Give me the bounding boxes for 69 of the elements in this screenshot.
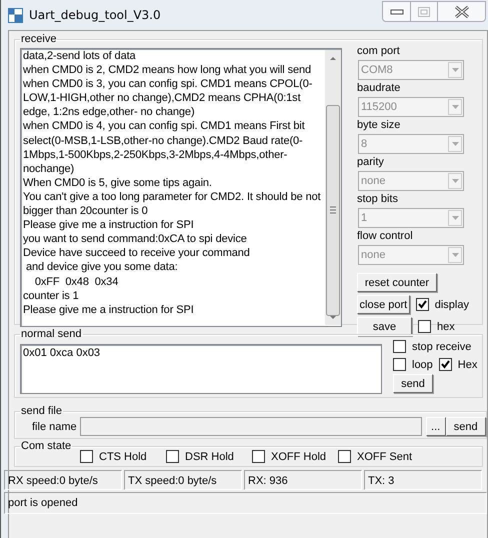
checkbox[interactable] (418, 320, 431, 333)
reset-counter-button[interactable]: reset counter (357, 273, 437, 292)
close-icon (454, 6, 470, 18)
checkbox[interactable] (252, 450, 265, 463)
close-button[interactable] (438, 1, 486, 22)
receive-text-area[interactable] (20, 48, 342, 327)
text-line: Please give me a instruction for SPI (23, 218, 195, 232)
checkbox[interactable] (338, 450, 351, 463)
send-text-field[interactable]: 0x01 0xca 0x03 (20, 344, 382, 394)
send-file-button[interactable]: send (446, 417, 486, 436)
checkbox[interactable] (393, 358, 406, 371)
window-icon (8, 8, 23, 22)
status-message: port is opened (4, 492, 487, 514)
group-label: send file (20, 405, 63, 417)
maximize-icon (418, 6, 430, 16)
minimize-icon (390, 8, 404, 14)
setting-label: parity (357, 155, 385, 170)
text-line: data,2-send lots of data (23, 49, 137, 64)
setting-label: com port (357, 44, 401, 59)
text-line: bigger than 20counter is 0 (23, 204, 149, 218)
status-panel: TX speed:0 byte/s (124, 470, 242, 490)
checkbox-label: CTS Hold (99, 450, 147, 462)
checkbox-label: stop receive (412, 340, 472, 352)
setting-label: flow control (357, 229, 414, 244)
browse-button[interactable]: ... (426, 417, 446, 436)
checkbox-label: DSR Hold (185, 450, 234, 462)
text-line: when CMD0 is 3, you can config spi. CMD1 means CPOL(0- (23, 77, 314, 92)
file-name-field[interactable] (80, 417, 422, 436)
window-title: Uart_debug_tool_V3.0 (29, 8, 161, 22)
text-line: select(0-MSB,1-LSB,other-no change).CMD2 Baud rate(0- (23, 134, 304, 148)
text-line: counter is 1 (23, 288, 80, 303)
status-panel: RX: 936 (244, 470, 362, 490)
status-panel: TX: 3 (364, 470, 482, 490)
text-line: You can't give a too long parameter for CMD2. It should be not (23, 190, 322, 204)
text-line: LOW,1-HIGH,other no change),CMD2 means CPHA(0:1st (23, 91, 302, 106)
checkbox-label: Hex (458, 358, 478, 370)
text-line: and device give you some data: (24, 260, 179, 274)
text-line: edge, 1:2ns edge,other- no change) (23, 105, 196, 120)
checkbox[interactable] (416, 298, 429, 311)
checkbox[interactable] (166, 450, 179, 463)
text-line: When CMD0 is 5, give some tips again. (23, 176, 213, 190)
setting-label: byte size (357, 118, 402, 133)
group-label: receive (20, 33, 58, 45)
field-label: file name (32, 420, 77, 432)
text-line: you want to send command:0xCA to spi device (23, 232, 248, 246)
checkbox-label: loop (412, 358, 433, 370)
text-line: Please give me a instruction for SPI (23, 302, 195, 317)
checkbox[interactable] (80, 450, 93, 463)
checkbox-label: hex (437, 320, 455, 332)
setting-label: stop bits (357, 192, 399, 207)
minimize-button[interactable] (382, 1, 411, 22)
status-panel: RX speed:0 byte/s (4, 470, 122, 490)
checkbox[interactable] (438, 358, 452, 371)
checkbox-label: XOFF Hold (271, 450, 326, 462)
text-line: nochange) (23, 162, 76, 176)
checkbox-label: display (434, 298, 469, 310)
text-line: when CMD0 is 4, you can config spi. CMD1 means First bit (23, 119, 306, 134)
group-label: normal send (20, 328, 83, 340)
group-label: Com state (20, 440, 72, 452)
checkbox[interactable] (393, 340, 406, 353)
send-button[interactable]: send (393, 374, 433, 393)
text-line: 1Mbps,1-500Kbps,2-250Kbps,3-2Mbps,4-4Mbps,other- (23, 148, 288, 162)
text-line: 0xFF 0x48 0x34 (34, 274, 120, 289)
checkbox-label: XOFF Sent (357, 450, 412, 462)
vertical-scrollbar[interactable] (325, 50, 341, 325)
setting-label: baudrate (357, 81, 402, 96)
close-port-button[interactable]: close port (357, 295, 410, 314)
text-line: when CMD0 is 2, CMD2 means how long what you will send (23, 63, 312, 78)
text-line: Device have succeed to receive your command (23, 246, 251, 260)
